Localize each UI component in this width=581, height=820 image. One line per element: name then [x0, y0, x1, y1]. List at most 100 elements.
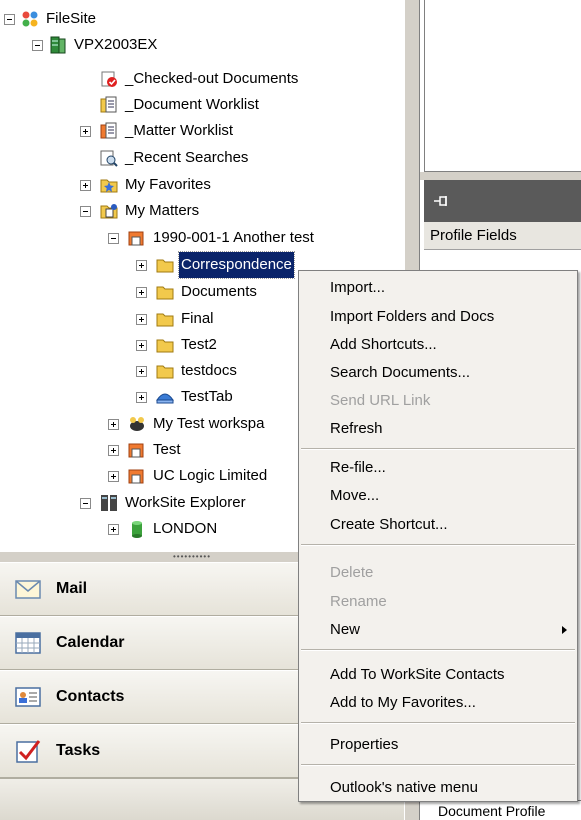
tree-node-test2[interactable]: Test2 — [136, 332, 219, 358]
menu-item-send-url: Send URL Link — [330, 392, 431, 409]
folder-icon — [156, 362, 174, 380]
tree-label: My Test workspa — [153, 415, 265, 432]
mail-icon — [14, 575, 42, 603]
tree-node-london[interactable]: LONDON — [108, 516, 219, 542]
tasks-icon — [14, 737, 42, 765]
collapse-toggle[interactable] — [80, 497, 91, 509]
profile-header — [424, 180, 581, 222]
checked-out-icon — [100, 70, 118, 88]
menu-item-add-contacts[interactable]: Add To WorkSite Contacts — [299, 660, 577, 689]
folder-icon — [156, 310, 174, 328]
expand-toggle[interactable] — [108, 444, 119, 456]
tree-node-my-test-workspace[interactable]: My Test workspa — [108, 411, 266, 437]
filesite-icon — [21, 10, 39, 28]
matter-icon — [128, 467, 146, 485]
recent-searches-icon — [100, 149, 118, 167]
tree-node-matter[interactable]: 1990-001-1 Another test — [108, 225, 316, 251]
menu-separator — [301, 722, 575, 724]
tree-node-checked-out[interactable]: _Checked-out Documents — [100, 66, 300, 92]
menu-item-new-label: New — [330, 621, 361, 638]
tree-node-my-favorites[interactable]: My Favorites — [80, 172, 213, 198]
matter-worklist-icon — [100, 122, 118, 140]
tree-label: Final — [181, 310, 214, 327]
tree-node-test[interactable]: Test — [108, 437, 183, 463]
tree-node-uc-logic[interactable]: UC Logic Limited — [108, 463, 269, 489]
menu-item-native-menu[interactable]: Outlook's native menu — [299, 773, 577, 802]
favorites-icon — [100, 176, 118, 194]
menu-item-refresh[interactable]: Refresh — [299, 414, 577, 443]
expand-toggle[interactable] — [80, 125, 91, 137]
menu-item-add-shortcuts[interactable]: Add Shortcuts... — [299, 330, 577, 359]
menu-item-import-folders[interactable]: Import Folders and Docs — [299, 302, 577, 331]
tree-label: _Checked-out Documents — [125, 70, 299, 87]
tree-label: Test — [153, 441, 181, 458]
tree-node-final[interactable]: Final — [136, 306, 216, 332]
tree-node-recent-searches[interactable]: _Recent Searches — [100, 145, 250, 171]
expand-toggle[interactable] — [136, 313, 147, 325]
menu-separator — [301, 764, 575, 766]
matter-icon — [128, 441, 146, 459]
explorer-icon — [100, 494, 118, 512]
collapse-toggle[interactable] — [32, 39, 43, 51]
menu-item-search-documents[interactable]: Search Documents... — [299, 358, 577, 387]
nav-label: Calendar — [56, 634, 125, 651]
server-icon — [49, 36, 67, 54]
nav-label: Tasks — [56, 742, 101, 759]
menu-item-refile[interactable]: Re-file... — [299, 453, 577, 482]
calendar-icon — [14, 629, 42, 657]
nav-label: Contacts — [56, 688, 125, 705]
menu-item-properties[interactable]: Properties — [299, 730, 577, 759]
tree-node-my-matters[interactable]: My Matters — [80, 198, 201, 224]
collapse-toggle[interactable] — [80, 205, 91, 217]
expand-toggle[interactable] — [108, 470, 119, 482]
menu-item-move[interactable]: Move... — [299, 481, 577, 510]
folder-icon — [156, 283, 174, 301]
menu-item-add-favorites[interactable]: Add to My Favorites... — [299, 688, 577, 717]
tree-label: Correspondence — [178, 251, 295, 279]
expand-toggle[interactable] — [80, 179, 91, 191]
tree-node-filesite[interactable]: FileSite — [4, 6, 98, 32]
folder-icon — [156, 336, 174, 354]
expand-toggle[interactable] — [136, 339, 147, 351]
expand-toggle[interactable] — [136, 286, 147, 298]
contacts-icon — [14, 683, 42, 711]
tree-label: _Matter Worklist — [125, 122, 234, 139]
tree-label: FileSite — [46, 10, 97, 27]
tree-node-server[interactable]: VPX2003EX — [32, 32, 159, 58]
reading-pane — [424, 0, 581, 172]
tree-node-documents[interactable]: Documents — [136, 279, 259, 305]
tree-label: TestTab — [181, 388, 233, 405]
grip-dots: •••••••••• — [173, 552, 212, 561]
tree-node-matter-worklist[interactable]: _Matter Worklist — [80, 118, 235, 144]
tree-label: 1990-001-1 Another test — [153, 229, 314, 246]
tree-label: My Matters — [125, 202, 200, 219]
tree-node-worksite-explorer[interactable]: WorkSite Explorer — [80, 490, 248, 516]
database-icon — [128, 520, 146, 538]
collapse-toggle[interactable] — [4, 13, 15, 25]
menu-item-delete: Delete — [330, 564, 374, 581]
collapse-toggle[interactable] — [108, 232, 119, 244]
tree-node-correspondence[interactable]: Correspondence — [136, 251, 295, 279]
submenu-arrow-icon — [562, 626, 567, 634]
menu-item-new[interactable]: New — [299, 615, 577, 644]
menu-separator — [301, 544, 575, 546]
menu-separator — [301, 649, 575, 651]
expand-toggle[interactable] — [108, 418, 119, 430]
pane-divider[interactable] — [420, 172, 581, 180]
profile-fields-header[interactable]: Profile Fields — [424, 222, 581, 250]
menu-separator — [301, 448, 575, 450]
tree-node-document-worklist[interactable]: _Document Worklist — [100, 92, 261, 118]
expand-toggle[interactable] — [136, 391, 147, 403]
pin-icon[interactable] — [434, 194, 450, 206]
menu-item-import[interactable]: Import... — [299, 273, 577, 302]
document-profile-tab[interactable]: Document Profile — [424, 800, 581, 820]
tree-node-testdocs[interactable]: testdocs — [136, 358, 239, 384]
expand-toggle[interactable] — [136, 365, 147, 377]
menu-item-create-shortcut[interactable]: Create Shortcut... — [299, 510, 577, 539]
tree-label: testdocs — [181, 362, 237, 379]
matters-icon — [100, 202, 118, 220]
expand-toggle[interactable] — [108, 523, 119, 535]
matter-icon — [128, 229, 146, 247]
tree-node-testtab[interactable]: TestTab — [136, 384, 235, 410]
expand-toggle[interactable] — [136, 259, 147, 271]
